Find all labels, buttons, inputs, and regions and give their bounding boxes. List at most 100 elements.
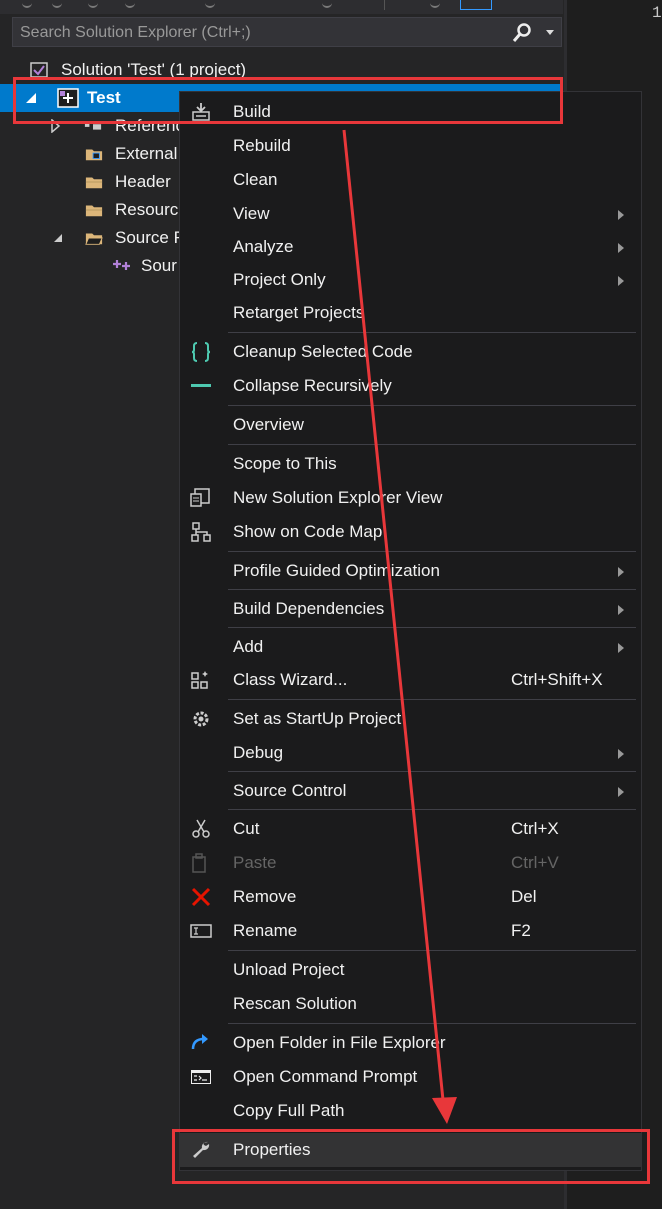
menu-item-shortcut: Ctrl+X [511,819,559,838]
expanded-arrow-icon[interactable] [53,233,63,243]
code-map-icon [191,522,211,542]
properties-toolbar-icon[interactable] [430,0,440,8]
braces-icon [191,342,211,362]
menu-item-project-only[interactable]: Project Only [180,263,641,297]
line-number: 1 [652,4,662,22]
pending-changes-icon[interactable] [205,0,215,8]
menu-separator [228,551,636,552]
search-options-dropdown-icon[interactable] [546,30,554,35]
menu-item-remove[interactable]: Remove Del [180,880,641,914]
menu-item-copy-full-path[interactable]: Copy Full Path [180,1094,641,1128]
submenu-arrow-icon [618,210,624,220]
menu-item-clean[interactable]: Clean [180,163,641,197]
submenu-arrow-icon [618,243,624,253]
submenu-arrow-icon [618,567,624,577]
submenu-arrow-icon [618,276,624,286]
menu-item-analyze[interactable]: Analyze [180,230,641,264]
search-icon[interactable] [511,22,533,44]
menu-separator [228,699,636,700]
menu-item-view[interactable]: View [180,197,641,231]
menu-item-label: Collapse Recursively [233,376,392,395]
menu-item-label: Rebuild [233,136,291,155]
rename-icon [190,924,212,938]
menu-item-source-control[interactable]: Source Control [180,774,641,808]
menu-item-debug[interactable]: Debug [180,736,641,770]
menu-separator [228,809,636,810]
menu-item-class-wizard[interactable]: Class Wizard... Ctrl+Shift+X [180,663,641,697]
preview-toggle-icon[interactable] [460,0,492,10]
menu-item-shortcut: F2 [511,921,531,940]
menu-item-shortcut: Del [511,887,537,906]
menu-separator [228,589,636,590]
menu-item-label: New Solution Explorer View [233,488,443,507]
gear-icon [193,711,209,727]
menu-item-label: Rescan Solution [233,994,357,1013]
menu-item-rename[interactable]: Rename F2 [180,914,641,948]
context-menu: Build Rebuild Clean View Analyze Project… [179,91,642,1171]
menu-item-label: Profile Guided Optimization [233,561,440,580]
menu-item-label: Source Control [233,781,347,800]
remove-icon [191,887,211,907]
annotation-highlight-properties [172,1129,650,1184]
cpp-file-icon [113,260,130,270]
menu-separator [228,950,636,951]
menu-item-rebuild[interactable]: Rebuild [180,129,641,163]
menu-item-scope-to-this[interactable]: Scope to This [180,447,641,481]
menu-item-retarget-projects[interactable]: Retarget Projects [180,296,641,330]
menu-item-add[interactable]: Add [180,630,641,664]
menu-item-paste: Paste Ctrl+V [180,846,641,880]
menu-item-label: Scope to This [233,454,337,473]
forward-icon[interactable] [52,0,62,8]
back-icon[interactable] [22,0,32,8]
refresh-arrow-icon [191,1034,208,1050]
submenu-arrow-icon [618,787,624,797]
menu-item-shortcut: Ctrl+Shift+X [511,670,603,689]
menu-item-label: Show on Code Map [233,522,383,541]
menu-item-label: Set as StartUp Project [233,709,402,728]
menu-item-unload-project[interactable]: Unload Project [180,953,641,987]
menu-item-cut[interactable]: Cut Ctrl+X [180,812,641,846]
menu-item-profile-guided-optimization[interactable]: Profile Guided Optimization [180,554,641,588]
folder-icon [85,177,103,189]
menu-item-label: Cleanup Selected Code [233,342,413,361]
class-wizard-icon [191,671,208,689]
menu-item-label: Copy Full Path [233,1101,345,1120]
sync-icon[interactable] [125,0,135,8]
menu-item-open-folder[interactable]: Open Folder in File Explorer [180,1026,641,1060]
tree-item-label: Source F [115,228,184,247]
menu-item-overview[interactable]: Overview [180,408,641,442]
menu-item-label: Paste [233,853,277,872]
menu-item-show-on-code-map[interactable]: Show on Code Map [180,515,641,549]
menu-item-label: Open Folder in File Explorer [233,1033,446,1052]
tree-item-label: Header [115,172,171,191]
menu-item-shortcut: Ctrl+V [511,853,559,872]
folder-icon [85,205,103,217]
external-folder-icon [85,149,103,161]
menu-separator [228,444,636,445]
menu-item-label: Remove [233,887,297,906]
menu-item-collapse-recursively[interactable]: Collapse Recursively [180,369,641,403]
menu-item-rescan-solution[interactable]: Rescan Solution [180,987,641,1021]
command-prompt-icon [191,1070,211,1084]
open-folder-icon [85,233,103,245]
menu-separator [228,332,636,333]
collapse-all-icon[interactable] [322,0,332,8]
home-icon[interactable] [88,0,98,8]
search-box[interactable]: Search Solution Explorer (Ctrl+;) [12,17,562,47]
menu-item-new-solution-explorer-view[interactable]: New Solution Explorer View [180,481,641,515]
menu-item-open-command-prompt[interactable]: Open Command Prompt [180,1060,641,1094]
menu-item-label: Debug [233,743,284,762]
menu-item-cleanup-selected-code[interactable]: Cleanup Selected Code [180,335,641,369]
menu-item-label: Add [233,637,264,656]
search-placeholder[interactable]: Search Solution Explorer (Ctrl+;) [20,24,251,42]
menu-item-build-dependencies[interactable]: Build Dependencies [180,592,641,626]
menu-item-set-as-startup-project[interactable]: Set as StartUp Project [180,702,641,736]
new-view-icon [190,488,210,507]
solution-icon [30,62,48,78]
menu-item-label: Cut [233,819,260,838]
menu-item-label: Unload Project [233,960,345,979]
collapse-icon [191,384,211,387]
menu-item-label: Open Command Prompt [233,1067,418,1086]
menu-item-label: View [233,204,270,223]
tree-item-label: Sour [141,256,177,275]
